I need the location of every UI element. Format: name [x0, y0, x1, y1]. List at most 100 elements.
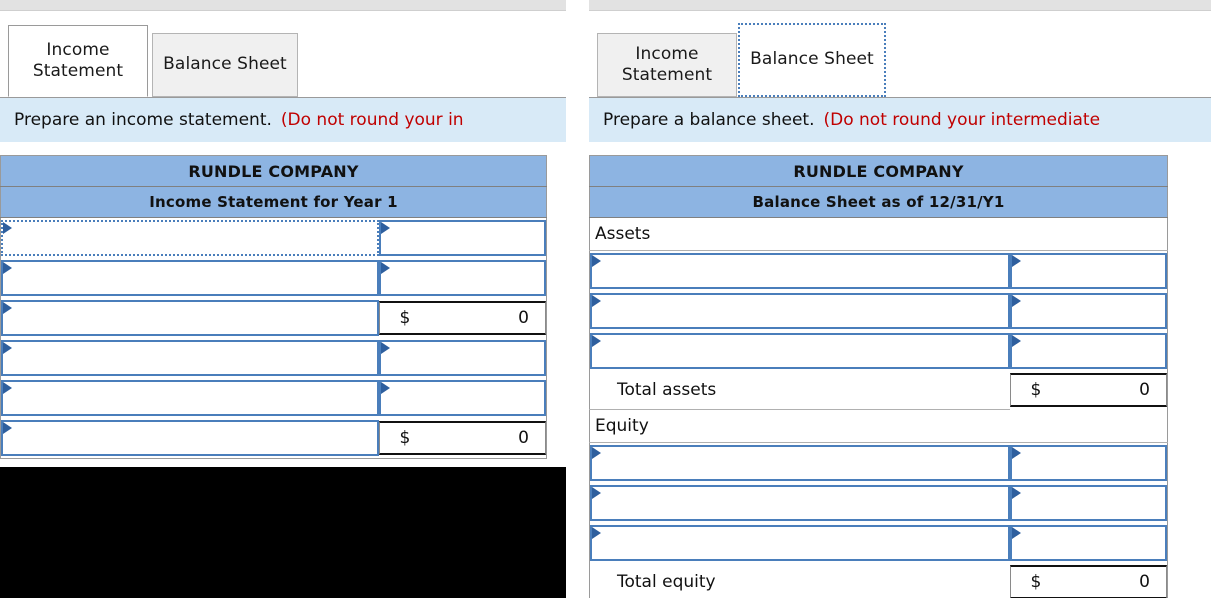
account-name-input-4[interactable]: [1, 340, 379, 376]
tab-balance-sheet-right[interactable]: Balance Sheet: [738, 23, 886, 97]
amount-input-5[interactable]: [378, 380, 546, 416]
currency-symbol: $: [1030, 571, 1042, 592]
dropdown-triangle-icon: [592, 295, 601, 307]
dropdown-triangle-icon: [3, 382, 12, 394]
tab-label: Income Statement: [32, 39, 124, 81]
table-row: [1, 258, 547, 298]
section-label-equity: Equity: [589, 409, 1168, 443]
worksheet-subheader-row: Income Statement for Year 1: [0, 186, 547, 218]
table-row: [590, 483, 1168, 523]
total-equity-label: Total equity: [589, 562, 1010, 598]
table-row: [590, 442, 1168, 483]
table-row: Total assets $ 0: [589, 371, 1168, 410]
account-name-input-5[interactable]: [1, 380, 379, 416]
dropdown-triangle-icon: [1011, 526, 1021, 539]
tab-label: Balance Sheet: [750, 49, 874, 70]
asset-amount-input-3[interactable]: [1009, 333, 1167, 369]
table-row: [1, 218, 547, 259]
equity-name-input-3[interactable]: [590, 524, 1010, 561]
asset-name-input-3[interactable]: [590, 333, 1010, 369]
dropdown-triangle-icon: [3, 222, 12, 234]
tab-bar-left: Income Statement Balance Sheet: [0, 11, 566, 98]
tab-baseline: [0, 97, 566, 98]
equity-amount-input-3[interactable]: [1009, 524, 1167, 561]
subtotal-amount-1: $ 0: [378, 301, 546, 335]
amount-input-1[interactable]: [378, 220, 546, 256]
tab-label: Balance Sheet: [163, 54, 287, 75]
currency-symbol: $: [399, 308, 411, 328]
table-row: [590, 291, 1168, 331]
statement-title-header: Income Statement for Year 1: [0, 186, 547, 218]
blank-black-region: [0, 467, 566, 598]
total-equity-amount: $ 0: [1009, 564, 1167, 598]
table-row: [1, 378, 547, 418]
amount-input-2[interactable]: [378, 260, 546, 296]
table-row: [1, 338, 547, 378]
dropdown-triangle-icon: [3, 342, 12, 354]
worksheet-header-row: RUNDLE COMPANY: [0, 155, 547, 187]
worksheet-subheader-row: Balance Sheet as of 12/31/Y1: [589, 186, 1168, 218]
currency-symbol: $: [399, 428, 411, 448]
account-name-input-2[interactable]: [1, 260, 379, 296]
table-row: Total equity $ 0: [589, 562, 1168, 598]
dropdown-triangle-icon: [1011, 255, 1021, 267]
instruction-note: (Do not round your intermediate: [823, 110, 1101, 130]
table-row: Assets: [589, 217, 1168, 251]
worksheet-header-row: RUNDLE COMPANY: [589, 155, 1168, 187]
income-statement-worksheet: RUNDLE COMPANY Income Statement for Year…: [0, 155, 547, 459]
net-income-amount: $ 0: [378, 421, 546, 455]
balance-sheet-panel: Income Statement Balance Sheet Prepare a…: [589, 0, 1211, 598]
table-row: $ 0: [1, 298, 547, 338]
account-name-input-1[interactable]: [1, 220, 379, 256]
tab-income-statement-right[interactable]: Income Statement: [597, 33, 737, 97]
tab-income-statement-left[interactable]: Income Statement: [8, 25, 148, 97]
dropdown-triangle-icon: [592, 526, 601, 539]
total-assets-amount: $ 0: [1009, 373, 1167, 407]
equity-name-input-2[interactable]: [590, 484, 1010, 521]
tab-label: Income Statement: [621, 43, 713, 85]
instruction-note: (Do not round your in: [280, 110, 464, 130]
table-row: [590, 523, 1168, 563]
income-statement-panel: Income Statement Balance Sheet Prepare a…: [0, 0, 566, 598]
asset-amount-input-2[interactable]: [1009, 293, 1167, 329]
instruction-bar-right: Prepare a balance sheet. (Do not round y…: [589, 98, 1211, 142]
dropdown-triangle-icon: [592, 486, 601, 499]
dropdown-triangle-icon: [1011, 335, 1021, 347]
dropdown-triangle-icon: [3, 302, 12, 314]
dropdown-triangle-icon: [380, 222, 390, 234]
table-row: [590, 331, 1168, 371]
dropdown-triangle-icon: [592, 255, 601, 267]
dropdown-triangle-icon: [1011, 486, 1021, 499]
amount-value: 0: [518, 428, 529, 448]
company-name-header: RUNDLE COMPANY: [0, 155, 547, 187]
dropdown-triangle-icon: [3, 262, 12, 274]
equity-name-input-1[interactable]: [590, 444, 1010, 481]
asset-name-input-1[interactable]: [590, 253, 1010, 289]
dropdown-triangle-icon: [1011, 446, 1021, 459]
panel-top-strip-left: [0, 0, 566, 11]
instruction-bar-left: Prepare an income statement. (Do not rou…: [0, 98, 566, 142]
tab-bar-right: Income Statement Balance Sheet: [589, 11, 1211, 98]
amount-value: 0: [518, 308, 529, 328]
asset-name-input-2[interactable]: [590, 293, 1010, 329]
equity-amount-input-1[interactable]: [1009, 444, 1167, 481]
tab-balance-sheet-left[interactable]: Balance Sheet: [152, 33, 298, 97]
table-row: $ 0: [1, 418, 547, 459]
equity-amount-input-2[interactable]: [1009, 484, 1167, 521]
tab-baseline: [589, 97, 1211, 98]
amount-value: 0: [1139, 380, 1150, 400]
section-label-assets: Assets: [589, 217, 1168, 251]
table-row: [590, 251, 1168, 292]
dropdown-triangle-icon: [380, 262, 390, 274]
amount-input-4[interactable]: [378, 340, 546, 376]
instruction-text: Prepare a balance sheet.: [603, 110, 815, 130]
amount-value: 0: [1139, 571, 1150, 592]
currency-symbol: $: [1030, 380, 1042, 400]
table-row: Equity: [589, 409, 1168, 443]
asset-amount-input-1[interactable]: [1009, 253, 1167, 289]
balance-sheet-worksheet: RUNDLE COMPANY Balance Sheet as of 12/31…: [589, 155, 1168, 598]
account-name-input-3[interactable]: [1, 300, 379, 336]
statement-title-header: Balance Sheet as of 12/31/Y1: [589, 186, 1168, 218]
total-assets-label: Total assets: [589, 371, 1010, 410]
account-name-input-6[interactable]: [1, 420, 379, 456]
